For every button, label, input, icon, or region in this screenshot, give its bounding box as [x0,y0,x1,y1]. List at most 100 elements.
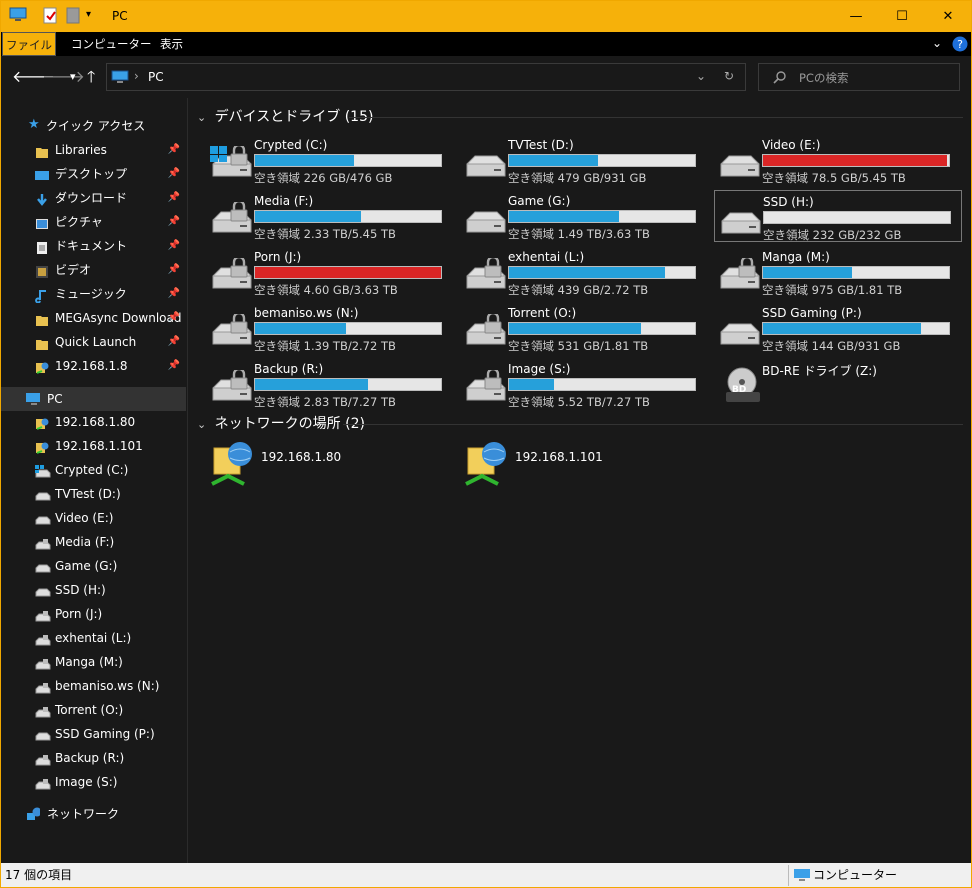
sidebar-label: Libraries [55,143,107,157]
sidebar-item-quick-2[interactable]: ダウンロード 📌 [1,186,186,210]
refresh-icon[interactable]: ↻ [724,69,734,83]
title-bar[interactable]: ▾ PC — ☐ ✕ [1,1,971,32]
usage-bar [254,378,442,391]
sidebar-item-quick-7[interactable]: MEGAsync Download 📌 [1,306,186,330]
sidebar-item-pc-6[interactable]: Game (G:) [1,554,186,578]
breadcrumb-pc[interactable]: PC [148,70,164,84]
usage-bar [254,322,442,335]
group-divider [349,117,963,118]
sidebar-item-quick-8[interactable]: Quick Launch 📌 [1,330,186,354]
up-arrow-icon[interactable]: 🡑 [87,66,95,93]
sidebar-item-quick-9[interactable]: 192.168.1.8 📌 [1,354,186,378]
quick-access-item[interactable]: ★ クイック アクセス [1,114,186,138]
drive-tile[interactable]: SSD (H:) 空き領域 232 GB/232 GB [714,190,962,242]
properties-icon[interactable] [42,7,58,25]
free-space-text: 空き領域 2.33 TB/5.45 TB [254,227,396,241]
search-icon [773,71,786,84]
sidebar-item-quick-3[interactable]: ピクチャ 📌 [1,210,186,234]
devices-group-header[interactable]: ⌄ デバイスとドライブ (15) [197,106,967,128]
sidebar-item-pc-11[interactable]: bemaniso.ws (N:) [1,674,186,698]
sidebar-item-pc-15[interactable]: Image (S:) [1,770,186,794]
drive-tile[interactable]: BD BD-RE ドライブ (Z:) [714,358,962,410]
drive-tile[interactable]: Backup (R:) 空き領域 2.83 TB/7.27 TB [206,358,454,410]
sidebar-label: Crypted (C:) [55,463,129,477]
item-count: 17 個の項目 [5,868,73,882]
drive-tile[interactable]: Video (E:) 空き領域 78.5 GB/5.45 TB [714,134,962,186]
quick-access-toolbar-dropdown-icon[interactable]: ▾ [86,9,91,20]
sidebar-item-pc-12[interactable]: Torrent (O:) [1,698,186,722]
address-dropdown-icon[interactable]: ⌄ [696,69,706,83]
usage-bar [508,266,696,279]
sidebar-item-pc-8[interactable]: Porn (J:) [1,602,186,626]
tab-view[interactable]: 表示 [160,32,183,56]
drive-name: TVTest (D:) [508,138,574,152]
drive-tile[interactable]: Media (F:) 空き領域 2.33 TB/5.45 TB [206,190,454,242]
sidebar-label: Media (F:) [55,535,115,549]
usage-bar [508,378,696,391]
close-button[interactable]: ✕ [925,1,971,32]
sidebar-item-pc-0[interactable]: 192.168.1.80 [1,410,186,434]
search-box[interactable]: PCの検索 [758,63,960,91]
network-location-tile[interactable]: 192.168.1.101 [460,438,708,490]
drive-tile[interactable]: SSD Gaming (P:) 空き領域 144 GB/931 GB [714,302,962,354]
content-area: ⌄ デバイスとドライブ (15) Crypted (C:) 空き領域 226 GB… [189,98,971,863]
network-group-header[interactable]: ⌄ ネットワークの場所 (2) [197,413,967,435]
sidebar-item-quick-0[interactable]: Libraries 📌 [1,138,186,162]
tab-computer[interactable]: コンピューター [71,32,152,56]
ribbon-expand-icon[interactable]: ⌄ [932,36,942,50]
sidebar-item-pc-14[interactable]: Backup (R:) [1,746,186,770]
minimize-button[interactable]: — [833,1,879,32]
tab-file[interactable]: ファイル [2,32,56,56]
drive-name: SSD (H:) [763,195,814,209]
sidebar-item-pc-9[interactable]: exhentai (L:) [1,626,186,650]
drive-tile[interactable]: Torrent (O:) 空き領域 531 GB/1.81 TB [460,302,708,354]
forward-arrow-icon[interactable]: 🡒 [42,66,85,86]
drive-icon [35,511,51,525]
sidebar-item-quick-5[interactable]: ビデオ 📌 [1,258,186,282]
sidebar-item-pc-7[interactable]: SSD (H:) [1,578,186,602]
pin-icon: 📌 [167,312,180,323]
address-bar[interactable]: › PC ⌄ ↻ [106,63,746,91]
sidebar-item-pc[interactable]: PC [1,387,186,411]
sidebar-label: Torrent (O:) [55,703,124,717]
sidebar-item-quick-4[interactable]: ドキュメント 📌 [1,234,186,258]
sidebar-item-quick-6[interactable]: ミュージック 📌 [1,282,186,306]
sidebar-label: ミュージック [55,287,127,301]
locked-drive-icon [35,703,51,718]
drive-tile[interactable]: TVTest (D:) 空き領域 479 GB/931 GB [460,134,708,186]
drive-tile[interactable]: bemaniso.ws (N:) 空き領域 1.39 TB/2.72 TB [206,302,454,354]
sidebar-item-pc-13[interactable]: SSD Gaming (P:) [1,722,186,746]
free-space-text: 空き領域 1.49 TB/3.63 TB [508,227,650,241]
drive-tile[interactable]: Manga (M:) 空き領域 975 GB/1.81 TB [714,246,962,298]
maximize-button[interactable]: ☐ [879,1,925,32]
status-location: コンピューター [813,868,898,882]
pin-icon: 📌 [167,288,180,299]
pictures-icon [35,215,49,229]
pin-icon: 📌 [167,336,180,347]
group-divider [343,424,963,425]
sidebar-item-quick-1[interactable]: デスクトップ 📌 [1,162,186,186]
drive-tile[interactable]: Crypted (C:) 空き領域 226 GB/476 GB [206,134,454,186]
sidebar-item-network[interactable]: ネットワーク [1,802,186,826]
locked-drive-icon [35,631,51,646]
usage-bar-fill [763,267,853,278]
drive-tile[interactable]: Porn (J:) 空き領域 4.60 GB/3.63 TB [206,246,454,298]
sidebar-item-pc-10[interactable]: Manga (M:) [1,650,186,674]
status-bar: 17 個の項目 コンピューター [1,863,971,887]
sidebar-item-pc-4[interactable]: Video (E:) [1,506,186,530]
network-location-tile[interactable]: 192.168.1.80 [206,438,454,490]
sidebar-item-pc-2[interactable]: Crypted (C:) [1,458,186,482]
sidebar-item-pc-3[interactable]: TVTest (D:) [1,482,186,506]
help-icon[interactable]: ? [952,36,968,52]
star-icon: ★ [28,117,40,132]
drive-tile[interactable]: Game (G:) 空き領域 1.49 TB/3.63 TB [460,190,708,242]
drive-icon [35,487,51,501]
sidebar-label: TVTest (D:) [55,487,121,501]
recent-locations-icon[interactable]: ▾ [70,70,76,83]
drive-tile[interactable]: Image (S:) 空き領域 5.52 TB/7.27 TB [460,358,708,410]
new-folder-icon[interactable] [65,7,81,25]
sidebar-item-pc-1[interactable]: 192.168.1.101 [1,434,186,458]
sidebar-item-pc-5[interactable]: Media (F:) [1,530,186,554]
computer-icon [111,70,129,83]
drive-tile[interactable]: exhentai (L:) 空き領域 439 GB/2.72 TB [460,246,708,298]
